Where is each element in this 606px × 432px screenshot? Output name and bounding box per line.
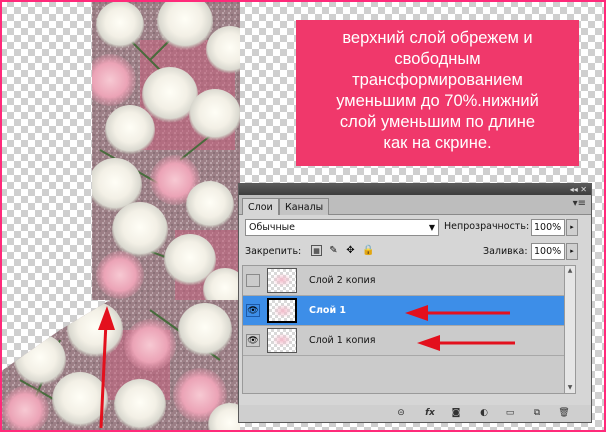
eye-icon[interactable]: 👁 [246,304,260,317]
layer-style-icon[interactable]: fx [423,407,437,419]
layers-panel: ◂◂ ✕ Слои Каналы ▾≡ Обычные ▼ Непрозрачн… [238,183,592,423]
new-layer-icon[interactable]: ⧉ [530,407,544,419]
instruction-callout: верхний слой обрежем и свободным трансфо… [296,20,579,166]
layer-row[interactable]: 👁 Слой 1 копия [243,326,575,356]
tab-layers[interactable]: Слои [242,198,279,215]
visibility-toggle[interactable] [246,274,260,287]
add-mask-icon[interactable]: ◙ [449,407,463,419]
adjustment-layer-icon[interactable]: ◐ [477,407,491,419]
layer-name[interactable]: Слой 1 [309,305,346,316]
layers-scrollbar[interactable]: ▲ ▼ [564,266,575,393]
blend-mode-value: Обычные [249,222,296,233]
lock-row: Закрепить: ▦ ✎ ✥ 🔒 Заливка: 100% ▸ [239,240,591,264]
lock-transparency-icon[interactable]: ▦ [311,245,322,256]
lock-label: Закрепить: [245,246,302,257]
trash-icon[interactable]: 🗑 [557,407,571,419]
callout-line: как на скрине. [383,134,492,152]
layer-name[interactable]: Слой 1 копия [309,335,375,346]
opacity-input[interactable]: 100% [531,219,565,236]
tab-channels[interactable]: Каналы [279,198,330,215]
opacity-slider-button[interactable]: ▸ [566,219,578,236]
layer-thumbnail [267,268,297,293]
fill-input[interactable]: 100% [531,243,565,260]
new-group-icon[interactable]: ▭ [503,407,517,419]
layer-name[interactable]: Слой 2 копия [309,275,375,286]
collapse-icon[interactable]: ◂◂ ✕ [570,184,587,195]
layer-row-selected[interactable]: 👁 Слой 1 [243,296,575,326]
callout-line: трансформированием [352,71,523,89]
scroll-up-icon[interactable]: ▲ [565,266,575,276]
panel-bottom-bar: ⊝ fx ◙ ◐ ▭ ⧉ 🗑 [239,405,591,422]
blend-mode-select[interactable]: Обычные ▼ [245,219,439,236]
blend-row: Обычные ▼ Непрозрачность: 100% ▸ [239,215,591,240]
callout-line: слой уменьшим по длине [339,113,536,131]
fill-slider-button[interactable]: ▸ [566,243,578,260]
eye-icon[interactable]: 👁 [246,334,260,347]
lock-all-icon[interactable]: 🔒 [362,245,374,256]
lock-position-icon[interactable]: ✥ [345,245,356,256]
panel-tabs: Слои Каналы ▾≡ [239,195,591,215]
panel-menu-icon[interactable]: ▾≡ [573,198,586,209]
fill-label: Заливка: [483,246,528,257]
callout-line: уменьшим до 70%.нижний [336,92,539,110]
lock-paint-icon[interactable]: ✎ [328,245,339,256]
layer-row[interactable]: Слой 2 копия [243,266,575,296]
link-layers-icon[interactable]: ⊝ [394,407,408,419]
layer-thumbnail [267,328,297,353]
layers-list: Слой 2 копия 👁 Слой 1 👁 Слой 1 копия ▲ ▼ [242,265,576,394]
chevron-down-icon: ▼ [428,223,435,232]
panel-titlebar[interactable]: ◂◂ ✕ [239,184,591,195]
callout-line: свободным [394,50,481,68]
opacity-label: Непрозрачность: [444,221,530,232]
layer-thumbnail [267,298,297,323]
scroll-down-icon[interactable]: ▼ [565,383,575,393]
callout-line: верхний слой обрежем и [342,29,533,47]
